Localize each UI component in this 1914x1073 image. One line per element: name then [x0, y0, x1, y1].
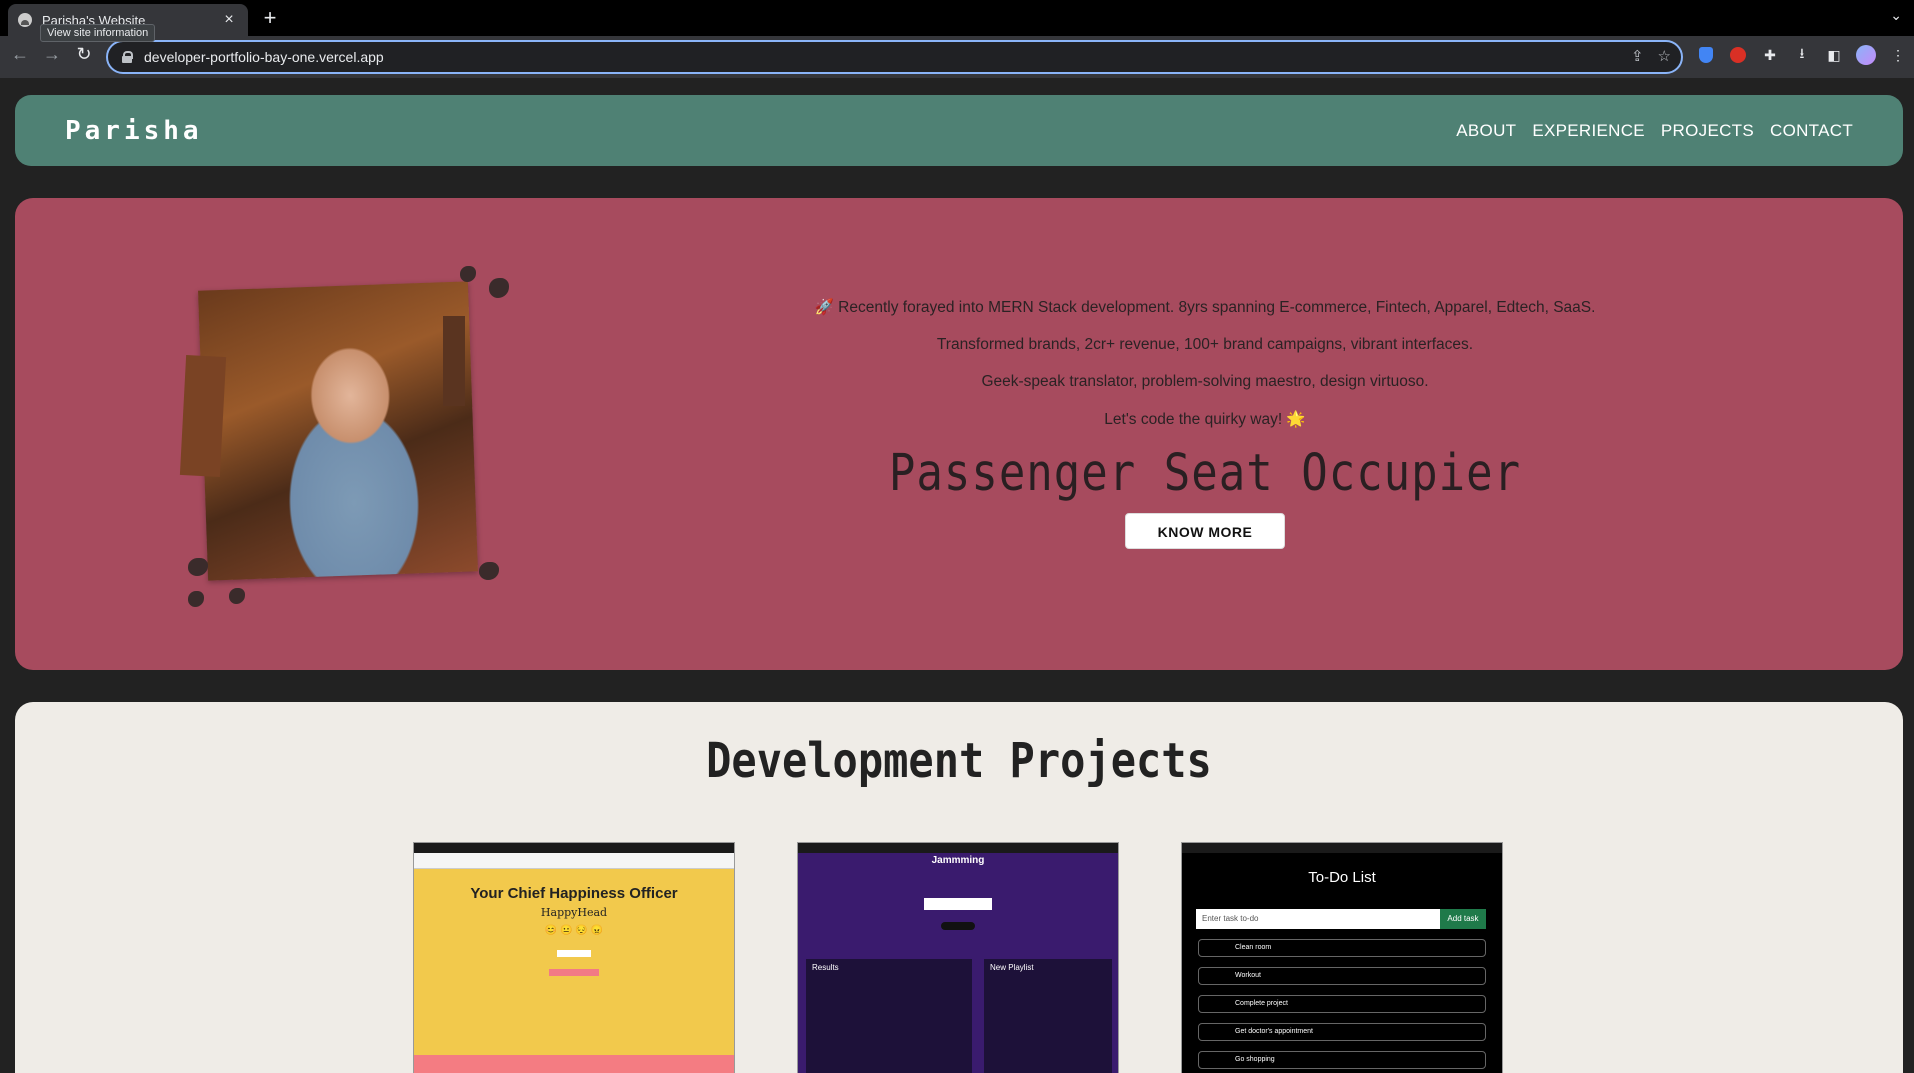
- thumbnail-task-row: Clean room: [1198, 939, 1486, 957]
- results-heading: Results: [812, 963, 839, 972]
- thumbnail-browser-bar: [1182, 843, 1502, 853]
- new-tab-button[interactable]: +: [258, 6, 282, 30]
- nav-experience-link[interactable]: EXPERIENCE: [1532, 121, 1645, 141]
- profile-avatar[interactable]: [1855, 44, 1877, 66]
- share-icon[interactable]: ⇪: [1631, 47, 1644, 65]
- card-heading: To-Do List: [1308, 869, 1376, 886]
- ink-splat-icon: [229, 588, 245, 604]
- close-tab-icon[interactable]: ×: [220, 11, 238, 29]
- thumbnail-browser-bar: [798, 843, 1118, 853]
- ink-splat-icon: [479, 562, 499, 580]
- ink-splat-icon: [188, 591, 204, 607]
- profile-photo: [179, 266, 513, 607]
- nav-contact-link[interactable]: CONTACT: [1770, 121, 1853, 141]
- ink-splat-icon: [460, 266, 476, 282]
- card-subheading: HappyHead: [540, 906, 608, 919]
- project-card-happyhead[interactable]: Your Chief Happiness Officer HappyHead 😊…: [413, 842, 735, 1073]
- projects-title: Development Projects: [706, 732, 1212, 789]
- thumbnail-task-row: Complete project: [1198, 995, 1486, 1013]
- tab-search-chevron-icon[interactable]: ⌄: [1890, 7, 1902, 24]
- thumbnail-browser-bar: [414, 843, 734, 853]
- browser-tab-bar: Parisha's Website × + ⌄ View site inform…: [0, 0, 1914, 42]
- thumbnail-poster-strip: [414, 1055, 734, 1073]
- nav-about-link[interactable]: ABOUT: [1456, 121, 1516, 141]
- thumbnail-task-input: Enter task to-do: [1196, 909, 1440, 929]
- download-icon[interactable]: ⭳: [1791, 44, 1813, 66]
- thumbnail-search-input: [924, 898, 992, 910]
- intro-line: 🚀 Recently forayed into MERN Stack devel…: [814, 299, 1596, 316]
- thumbnail-playlist-panel: New Playlist: [984, 959, 1112, 1073]
- card-heading: Your Chief Happiness Officer: [470, 885, 678, 902]
- site-info-tooltip: View site information: [40, 24, 156, 42]
- site-logo[interactable]: Parisha: [65, 116, 203, 146]
- hero-role-title: Passenger Seat Occupier: [888, 444, 1522, 503]
- thumbnail-task-row: Get doctor's appointment: [1198, 1023, 1486, 1041]
- thumbnail-task-row: Go shopping: [1198, 1051, 1486, 1069]
- intro-line: Geek-speak translator, problem-solving m…: [981, 373, 1429, 390]
- hero-section: 🚀 Recently forayed into MERN Stack devel…: [15, 198, 1903, 670]
- url-text[interactable]: developer-portfolio-bay-one.vercel.app: [144, 49, 384, 65]
- ink-splat-icon: [188, 558, 208, 576]
- bookmark-star-icon[interactable]: ☆: [1658, 47, 1671, 65]
- mood-faces-icon: 😊 😐 😔 😠: [544, 925, 604, 936]
- site-header: Parisha ABOUT EXPERIENCE PROJECTS CONTAC…: [15, 95, 1903, 166]
- lock-icon[interactable]: [122, 51, 133, 63]
- browser-menu-icon[interactable]: ⋮: [1887, 44, 1909, 66]
- intro-line: Let's code the quirky way! 🌟: [1104, 411, 1306, 428]
- photo-fragment: [443, 316, 465, 406]
- intro-line: Transformed brands, 2cr+ revenue, 100+ b…: [936, 336, 1474, 353]
- site-nav: ABOUT EXPERIENCE PROJECTS CONTACT: [1456, 121, 1853, 141]
- thumbnail-button: [549, 969, 599, 976]
- ink-splat-icon: [489, 278, 509, 298]
- back-button[interactable]: ←: [8, 44, 32, 65]
- thumbnail-button: [557, 950, 591, 957]
- know-more-button[interactable]: KNOW MORE: [1124, 513, 1286, 549]
- browser-toolbar: ← → ↻ developer-portfolio-bay-one.vercel…: [0, 36, 1914, 78]
- nav-projects-link[interactable]: PROJECTS: [1661, 121, 1754, 141]
- thumbnail-task-row: Workout: [1198, 967, 1486, 985]
- playlist-heading: New Playlist: [990, 963, 1034, 972]
- reload-button[interactable]: ↻: [72, 44, 96, 65]
- address-bar[interactable]: developer-portfolio-bay-one.vercel.app ⇪…: [106, 40, 1683, 74]
- adblock-extension-icon[interactable]: [1727, 44, 1749, 66]
- hero-intro: 🚀 Recently forayed into MERN Stack devel…: [635, 298, 1775, 549]
- extensions-puzzle-icon[interactable]: ✚: [1759, 44, 1781, 66]
- thumbnail-search-button: [941, 922, 975, 930]
- project-card-jammming[interactable]: Jammming Results New Playlist: [797, 842, 1119, 1073]
- forward-button[interactable]: →: [40, 44, 64, 65]
- portrait-image: [198, 281, 478, 581]
- project-card-todo[interactable]: To-Do List Enter task to-do Add task Cle…: [1181, 842, 1503, 1073]
- projects-section: Development Projects Your Chief Happines…: [15, 702, 1903, 1073]
- site-favicon-icon: [18, 13, 32, 27]
- thumbnail-add-task-button: Add task: [1440, 909, 1486, 929]
- bitwarden-extension-icon[interactable]: [1695, 44, 1717, 66]
- card-heading: Jammming: [931, 855, 985, 866]
- thumbnail-nav: [414, 853, 734, 869]
- thumbnail-results-panel: Results: [806, 959, 972, 1073]
- page-viewport: Parisha ABOUT EXPERIENCE PROJECTS CONTAC…: [0, 78, 1914, 1073]
- photo-fragment: [179, 355, 227, 477]
- side-panel-icon[interactable]: ◧: [1823, 44, 1845, 66]
